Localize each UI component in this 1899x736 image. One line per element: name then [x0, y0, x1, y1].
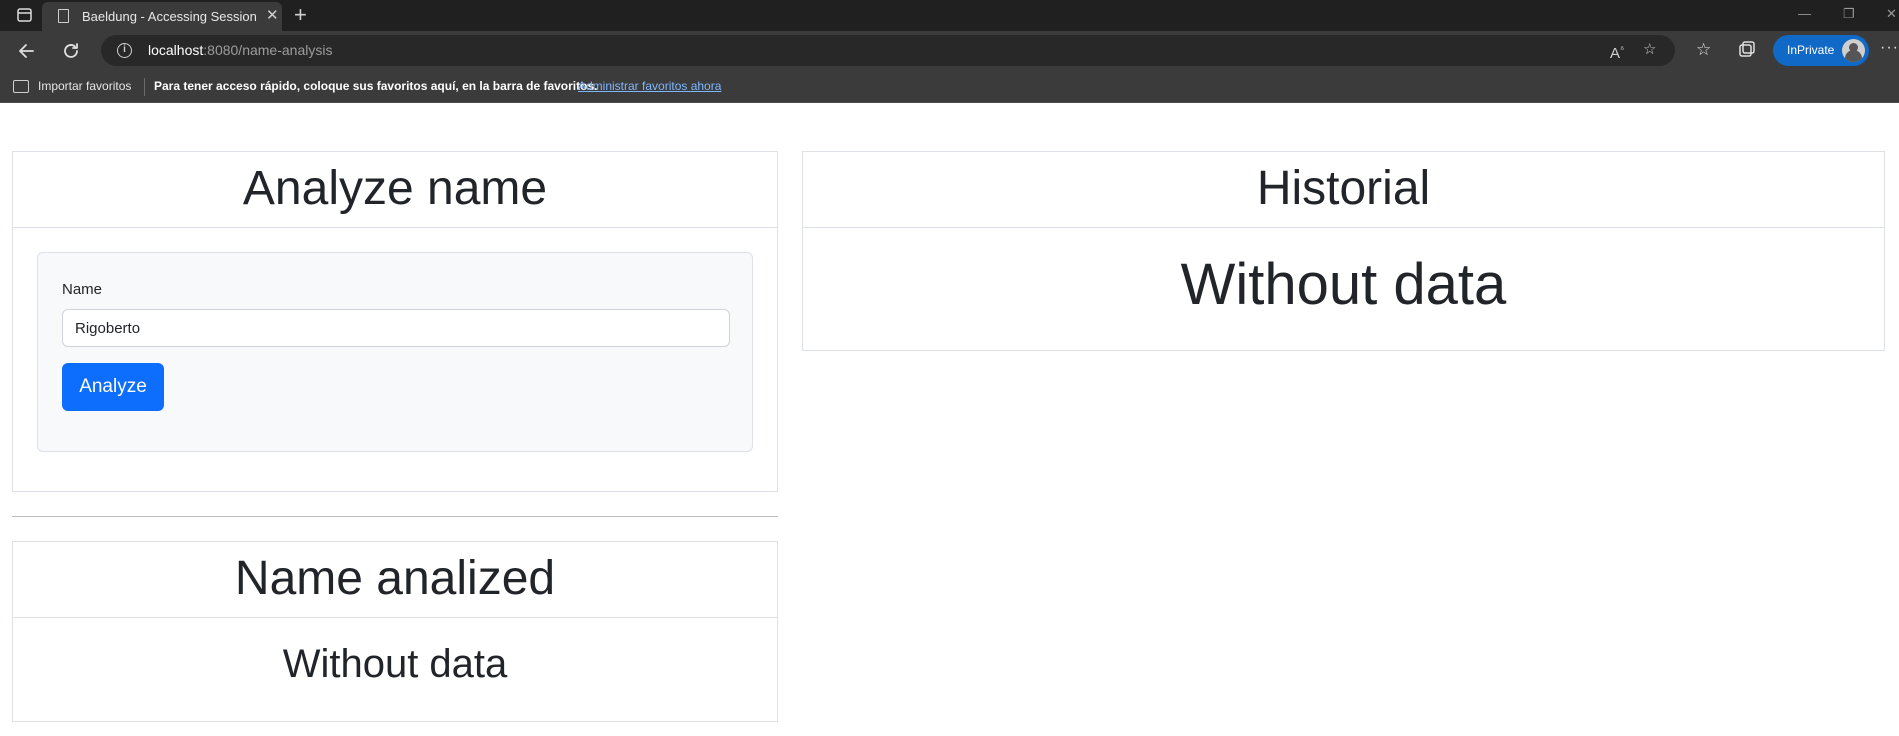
inprivate-label: InPrivate [1787, 43, 1835, 57]
divider [144, 78, 145, 96]
add-favorite-icon[interactable]: ☆ [1643, 42, 1656, 58]
analyze-card-title: Analyze name [13, 152, 777, 228]
refresh-icon[interactable] [57, 37, 85, 65]
avatar [1842, 39, 1865, 62]
minimize-icon[interactable]: — [1798, 7, 1811, 21]
browser-tab-strip: Baeldung - Accessing Session Attributes … [0, 0, 1899, 31]
result-card-title: Name analized [13, 542, 777, 618]
history-card: Historial Without data [802, 151, 1885, 351]
site-info-icon[interactable]: i [117, 43, 132, 58]
favorites-icon[interactable]: ☆ [1696, 40, 1711, 60]
result-empty-message: Without data [282, 642, 508, 686]
name-label: Name [62, 281, 103, 298]
manage-favorites-link[interactable]: Administrar favoritos ahora [578, 79, 721, 93]
analyze-button[interactable]: Analyze [62, 363, 164, 411]
browser-tab[interactable]: Baeldung - Accessing Session Attributes … [42, 2, 282, 31]
page-icon [58, 9, 69, 23]
window-close-icon[interactable]: ✕ [1886, 7, 1897, 21]
name-analyzed-card: Name analized Without data [12, 541, 778, 722]
tab-title: Baeldung - Accessing Session Attributes [82, 9, 258, 24]
inprivate-button[interactable]: InPrivate [1773, 35, 1869, 66]
divider [12, 516, 778, 517]
analyze-name-card: Analyze name Name Analyze [12, 151, 778, 492]
favorites-bar: Importar favoritos Para tener acceso ráp… [0, 71, 1899, 103]
url-text: localhost:8080/name-analysis [148, 42, 332, 58]
restore-icon[interactable]: ❐ [1843, 7, 1855, 21]
tab-actions-icon[interactable] [11, 6, 37, 26]
url-path: :8080/name-analysis [203, 42, 333, 58]
more-menu-icon[interactable]: ··· [1880, 39, 1899, 57]
url-host: localhost [148, 42, 204, 58]
name-input[interactable] [62, 309, 730, 347]
browser-toolbar: i localhost:8080/name-analysis Aᐞ ☆ ☆ In… [0, 31, 1899, 71]
history-card-title: Historial [803, 152, 1884, 228]
import-favorites-icon [13, 80, 29, 93]
new-tab-icon[interactable]: + [294, 3, 307, 27]
back-icon[interactable] [13, 37, 41, 65]
address-bar[interactable]: i localhost:8080/name-analysis Aᐞ ☆ [101, 35, 1675, 66]
history-empty-message: Without data [1180, 252, 1507, 317]
read-aloud-icon[interactable]: Aᐞ [1610, 42, 1624, 62]
analyze-form: Name Analyze [37, 252, 753, 452]
tab-close-icon[interactable]: ✕ [266, 8, 279, 24]
import-favorites-button[interactable]: Importar favoritos [38, 79, 131, 93]
collections-icon[interactable] [1737, 40, 1757, 60]
favorites-bar-message: Para tener acceso rápido, coloque sus fa… [154, 79, 598, 93]
